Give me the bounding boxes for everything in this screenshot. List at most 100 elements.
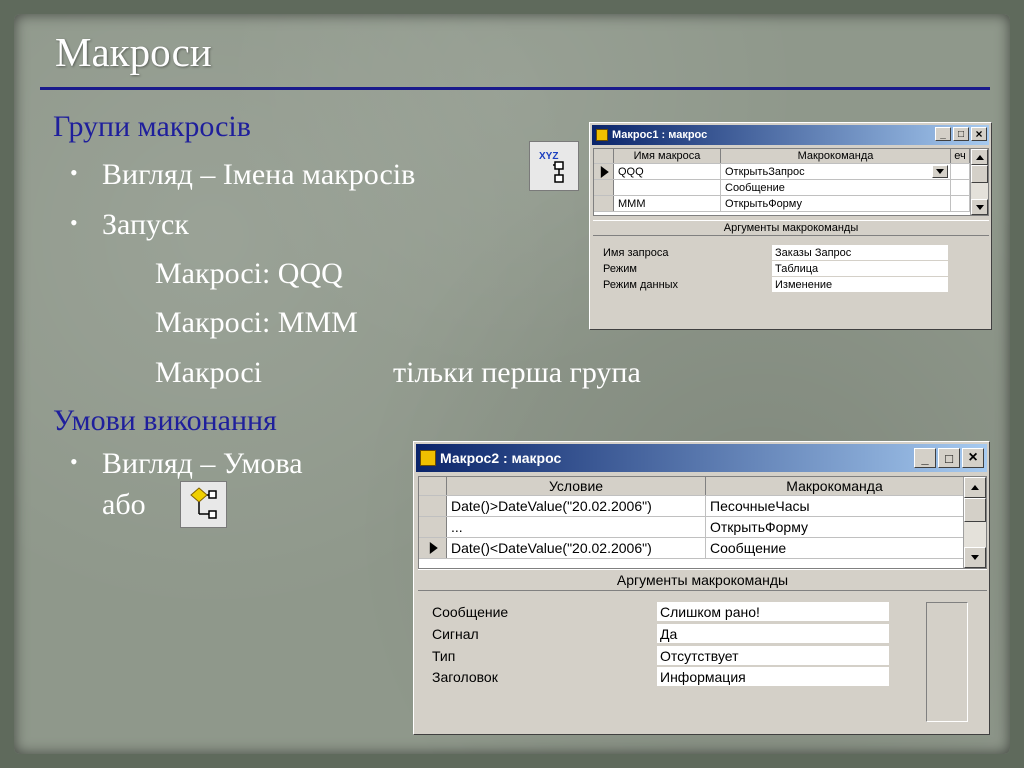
arg-label-caption: Заголовок (432, 669, 498, 685)
table-row[interactable]: Сообщение (594, 180, 988, 196)
arg-value-caption[interactable]: Информация (657, 667, 889, 686)
action-cell[interactable]: ОткрытьФорму (706, 517, 964, 537)
run-example-macro: Макросі (155, 356, 262, 389)
conditions-icon-graphic (190, 487, 217, 519)
bullet-dot: • (70, 449, 78, 474)
grid-header-row: Имя макроса Макрокоманда еч (594, 149, 988, 164)
column-header-action[interactable]: Макрокоманда (706, 477, 964, 495)
column-header-condition[interactable]: Условие (447, 477, 706, 495)
minimize-button[interactable]: _ (935, 127, 951, 141)
macro-window-icon (596, 129, 608, 141)
chevron-down-icon (975, 204, 984, 210)
row-selector[interactable] (594, 180, 614, 195)
bullet-run: • Запуск (70, 208, 189, 242)
scroll-up-button[interactable] (971, 149, 988, 165)
grid-header-row: Условие Макрокоманда (419, 477, 986, 496)
bullet-view-condition: • Вигляд – Умова (70, 447, 303, 481)
section-heading-groups: Групи макросів (53, 110, 251, 143)
bullet-dot: • (70, 210, 78, 235)
slide-title: Макроси (55, 29, 212, 75)
macro2-args-title: Аргументы макрокоманды (418, 569, 987, 591)
row-selector[interactable] (594, 196, 614, 211)
macro-window-icon (420, 450, 436, 466)
close-button[interactable]: × (971, 127, 987, 141)
arg-label-data-mode: Режим данных (603, 279, 679, 291)
arg-value-signal[interactable]: Да (657, 624, 889, 643)
svg-text:XYZ: XYZ (539, 151, 558, 162)
macro2-window[interactable]: Макрос2 : макрос _ □ × Условие Макрокома… (413, 441, 990, 735)
table-row[interactable]: Date()>DateValue("20.02.2006") ПесочныеЧ… (419, 496, 986, 517)
bullet-text: Вигляд – Умова (102, 447, 303, 480)
minimize-button[interactable]: _ (914, 448, 936, 468)
macro2-titlebar[interactable]: Макрос2 : макрос _ □ × (416, 444, 987, 472)
macro1-args-title: Аргументы макрокоманды (593, 220, 989, 236)
column-header-action[interactable]: Макрокоманда (721, 149, 951, 163)
comment-cell[interactable] (951, 180, 970, 195)
row-selector[interactable] (419, 496, 447, 516)
action-cell[interactable]: ОткрытьЗапрос (721, 164, 951, 179)
column-header-comment[interactable]: еч (951, 149, 970, 163)
row-selector-header (419, 477, 447, 495)
column-header-macro-name[interactable]: Имя макроса (614, 149, 721, 163)
macro1-grid[interactable]: Имя макроса Макрокоманда еч QQQ ОткрытьЗ… (593, 148, 989, 216)
row-selector-header (594, 149, 614, 163)
title-divider (40, 87, 990, 90)
action-dropdown-button[interactable] (932, 165, 948, 178)
macro1-window-controls: _ □ × (935, 127, 987, 141)
bullet-or: або (102, 488, 146, 521)
arg-value-mode[interactable]: Таблица (772, 261, 948, 276)
maximize-button[interactable]: □ (938, 448, 960, 468)
arg-value-query-name[interactable]: Заказы Запрос (772, 245, 948, 260)
action-cell[interactable]: Сообщение (721, 180, 951, 195)
chevron-up-icon (975, 154, 984, 160)
chevron-down-icon (936, 169, 944, 174)
macro1-titlebar[interactable]: Макрос1 : макрос _ □ × (592, 125, 989, 145)
run-example-qqq: Макросі: QQQ (155, 257, 343, 290)
arg-value-data-mode[interactable]: Изменение (772, 277, 948, 292)
action-cell[interactable]: Сообщение (706, 538, 964, 558)
close-button[interactable]: × (962, 448, 984, 468)
table-row[interactable]: QQQ ОткрытьЗапрос (594, 164, 988, 180)
arg-value-type[interactable]: Отсутствует (657, 646, 889, 665)
condition-cell[interactable]: Date()<DateValue("20.02.2006") (447, 538, 706, 558)
bullet-dot: • (70, 160, 78, 185)
scroll-down-button[interactable] (964, 547, 986, 568)
chevron-up-icon (971, 485, 979, 490)
bullet-text: Вигляд – Імена макросів (102, 158, 416, 191)
action-cell[interactable]: ПесочныеЧасы (706, 496, 964, 516)
action-cell[interactable]: ОткрытьФорму (721, 196, 951, 211)
help-panel (926, 602, 968, 722)
table-row[interactable]: MMM ОткрытьФорму (594, 196, 988, 212)
comment-cell[interactable] (951, 164, 970, 179)
condition-cell[interactable]: ... (447, 517, 706, 537)
chevron-down-icon (971, 555, 979, 560)
scroll-up-button[interactable] (964, 477, 986, 498)
condition-cell[interactable]: Date()>DateValue("20.02.2006") (447, 496, 706, 516)
arg-label-message: Сообщение (432, 604, 509, 620)
scroll-thumb[interactable] (964, 498, 986, 522)
row-selector-current[interactable] (419, 538, 447, 558)
arg-label-mode: Режим (603, 263, 637, 275)
scroll-thumb[interactable] (971, 165, 988, 183)
comment-cell[interactable] (951, 196, 970, 211)
macro-names-icon-graphic: XYZ (539, 151, 564, 183)
arg-label-signal: Сигнал (432, 626, 479, 642)
row-selector[interactable] (419, 517, 447, 537)
maximize-button[interactable]: □ (953, 127, 969, 141)
macro-name-cell[interactable]: MMM (614, 196, 721, 211)
arg-value-message[interactable]: Слишком рано! (657, 602, 889, 621)
macro1-vertical-scrollbar[interactable] (970, 149, 988, 215)
run-example-first-group-note: тільки перша група (393, 356, 641, 389)
macro-name-cell[interactable] (614, 180, 721, 195)
conditions-icon (180, 481, 227, 528)
macro-name-cell[interactable]: QQQ (614, 164, 721, 179)
macro2-vertical-scrollbar[interactable] (963, 477, 986, 568)
action-cell-text: ОткрытьЗапрос (725, 165, 805, 178)
table-row[interactable]: ... ОткрытьФорму (419, 517, 986, 538)
macro2-grid[interactable]: Условие Макрокоманда Date()>DateValue("2… (418, 476, 987, 569)
table-row[interactable]: Date()<DateValue("20.02.2006") Сообщение (419, 538, 986, 559)
section-heading-conditions: Умови виконання (53, 404, 277, 437)
scroll-down-button[interactable] (971, 199, 988, 215)
row-selector-current[interactable] (594, 164, 614, 179)
macro1-window[interactable]: Макрос1 : макрос _ □ × Имя макроса Макро… (589, 122, 992, 330)
